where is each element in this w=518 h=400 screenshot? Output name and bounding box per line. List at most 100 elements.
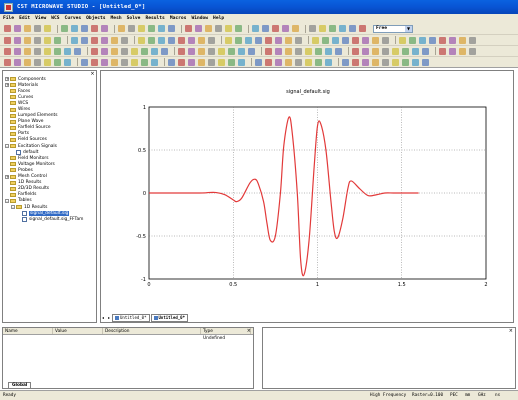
toolbar-tool-icon[interactable] xyxy=(459,36,466,44)
toolbar-tool-icon[interactable] xyxy=(382,58,389,66)
toolbar-tool-icon[interactable] xyxy=(4,47,11,55)
toolbar-tool-icon[interactable] xyxy=(54,36,61,44)
toolbar-tool-icon[interactable] xyxy=(91,58,98,66)
toolbar-tool-icon[interactable] xyxy=(265,36,272,44)
toolbar-tool-icon[interactable] xyxy=(235,36,242,44)
toolbar-tool-icon[interactable] xyxy=(121,36,128,44)
toolbar-tool-icon[interactable] xyxy=(372,36,379,44)
toolbar-tool-icon[interactable] xyxy=(81,58,88,66)
toolbar-tool-icon[interactable] xyxy=(91,36,98,44)
toolbar-tool-icon[interactable] xyxy=(329,25,336,32)
toolbar-tool-icon[interactable] xyxy=(275,58,282,66)
toolbar-tool-icon[interactable] xyxy=(315,58,322,66)
toolbar-tool-icon[interactable] xyxy=(399,36,406,44)
toolbar-tool-icon[interactable] xyxy=(309,25,316,32)
toolbar-tool-icon[interactable] xyxy=(44,25,51,32)
toolbar-tool-icon[interactable] xyxy=(61,25,68,32)
column-header-value[interactable]: Value xyxy=(53,328,103,334)
toolbar-tool-icon[interactable] xyxy=(101,47,108,55)
toolbar-tool-icon[interactable] xyxy=(422,47,429,55)
toolbar-tool-icon[interactable] xyxy=(322,36,329,44)
toolbar-tool-icon[interactable] xyxy=(392,47,399,55)
menu-objects[interactable]: Objects xyxy=(86,16,105,21)
toolbar-tool-icon[interactable] xyxy=(372,58,379,66)
toolbar-tool-icon[interactable] xyxy=(225,25,232,32)
toolbar-tool-icon[interactable] xyxy=(325,58,332,66)
toolbar-tool-icon[interactable] xyxy=(14,58,21,66)
mode-select[interactable]: Free ▼ xyxy=(373,24,413,33)
toolbar-tool-icon[interactable] xyxy=(14,36,21,44)
param-description-cell[interactable] xyxy=(103,335,201,342)
toolbar-tool-icon[interactable] xyxy=(24,25,31,32)
toolbar-tool-icon[interactable] xyxy=(34,58,41,66)
toolbar-tool-icon[interactable] xyxy=(352,47,359,55)
tab-global[interactable]: Global xyxy=(8,382,32,389)
toolbar-tool-icon[interactable] xyxy=(14,25,21,32)
toolbar-tool-icon[interactable] xyxy=(402,58,409,66)
toolbar-tool-icon[interactable] xyxy=(188,58,195,66)
toolbar-tool-icon[interactable] xyxy=(285,58,292,66)
toolbar-tool-icon[interactable] xyxy=(295,47,302,55)
expand-icon[interactable]: + xyxy=(5,174,9,179)
toolbar-tool-icon[interactable] xyxy=(158,36,165,44)
toolbar-tool-icon[interactable] xyxy=(141,58,148,66)
toolbar-tool-icon[interactable] xyxy=(359,25,366,32)
toolbar-tool-icon[interactable] xyxy=(198,36,205,44)
toolbar-tool-icon[interactable] xyxy=(372,47,379,55)
toolbar-tool-icon[interactable] xyxy=(141,47,148,55)
toolbar-tool-icon[interactable] xyxy=(74,47,81,55)
toolbar-tool-icon[interactable] xyxy=(198,47,205,55)
menu-curves[interactable]: Curves xyxy=(65,16,82,21)
toolbar-tool-icon[interactable] xyxy=(439,36,446,44)
toolbar-tool-icon[interactable] xyxy=(342,36,349,44)
toolbar-tool-icon[interactable] xyxy=(178,47,185,55)
toolbar-tool-icon[interactable] xyxy=(71,36,78,44)
toolbar-tool-icon[interactable] xyxy=(188,36,195,44)
toolbar-tool-icon[interactable] xyxy=(238,58,245,66)
toolbar-tool-icon[interactable] xyxy=(91,25,98,32)
toolbar-tool-icon[interactable] xyxy=(44,36,51,44)
toolbar-tool-icon[interactable] xyxy=(285,36,292,44)
toolbar-tool-icon[interactable] xyxy=(228,58,235,66)
toolbar-tool-icon[interactable] xyxy=(409,36,416,44)
menu-edit[interactable]: Edit xyxy=(19,16,30,21)
table-row[interactable]: Undefined xyxy=(3,335,253,342)
toolbar-tool-icon[interactable] xyxy=(402,47,409,55)
toolbar-tool-icon[interactable] xyxy=(429,36,436,44)
toolbar-tool-icon[interactable] xyxy=(34,25,41,32)
tree-item[interactable]: signal_default.sig_FFTam xyxy=(5,216,94,222)
menu-file[interactable]: File xyxy=(3,16,14,21)
toolbar-tool-icon[interactable] xyxy=(101,25,108,32)
toolbar-tool-icon[interactable] xyxy=(14,47,21,55)
toolbar-tool-icon[interactable] xyxy=(218,47,225,55)
toolbar-tool-icon[interactable] xyxy=(168,58,175,66)
toolbar-tool-icon[interactable] xyxy=(275,47,282,55)
toolbar-tool-icon[interactable] xyxy=(208,36,215,44)
toolbar-tool-icon[interactable] xyxy=(319,25,326,32)
toolbar-tool-icon[interactable] xyxy=(81,36,88,44)
toolbar-tool-icon[interactable] xyxy=(4,58,11,66)
toolbar-tool-icon[interactable] xyxy=(285,47,292,55)
toolbar-tool-icon[interactable] xyxy=(349,25,356,32)
toolbar-tool-icon[interactable] xyxy=(148,36,155,44)
toolbar-tool-icon[interactable] xyxy=(178,58,185,66)
toolbar-tool-icon[interactable] xyxy=(449,36,456,44)
toolbar-tool-icon[interactable] xyxy=(225,36,232,44)
toolbar-tool-icon[interactable] xyxy=(101,36,108,44)
toolbar-tool-icon[interactable] xyxy=(138,36,145,44)
toolbar-tool-icon[interactable] xyxy=(412,58,419,66)
toolbar-tool-icon[interactable] xyxy=(91,47,98,55)
toolbar-tool-icon[interactable] xyxy=(111,58,118,66)
toolbar-tool-icon[interactable] xyxy=(295,36,302,44)
toolbar-tool-icon[interactable] xyxy=(161,47,168,55)
toolbar-tool-icon[interactable] xyxy=(362,58,369,66)
toolbar-tool-icon[interactable] xyxy=(64,47,71,55)
toolbar-tool-icon[interactable] xyxy=(419,36,426,44)
toolbar-tool-icon[interactable] xyxy=(185,25,192,32)
menu-macros[interactable]: Macros xyxy=(170,16,187,21)
toolbar-tool-icon[interactable] xyxy=(195,25,202,32)
menu-view[interactable]: View xyxy=(35,16,46,21)
menu-results[interactable]: Results xyxy=(145,16,164,21)
toolbar-tool-icon[interactable] xyxy=(422,58,429,66)
toolbar-tool-icon[interactable] xyxy=(111,36,118,44)
